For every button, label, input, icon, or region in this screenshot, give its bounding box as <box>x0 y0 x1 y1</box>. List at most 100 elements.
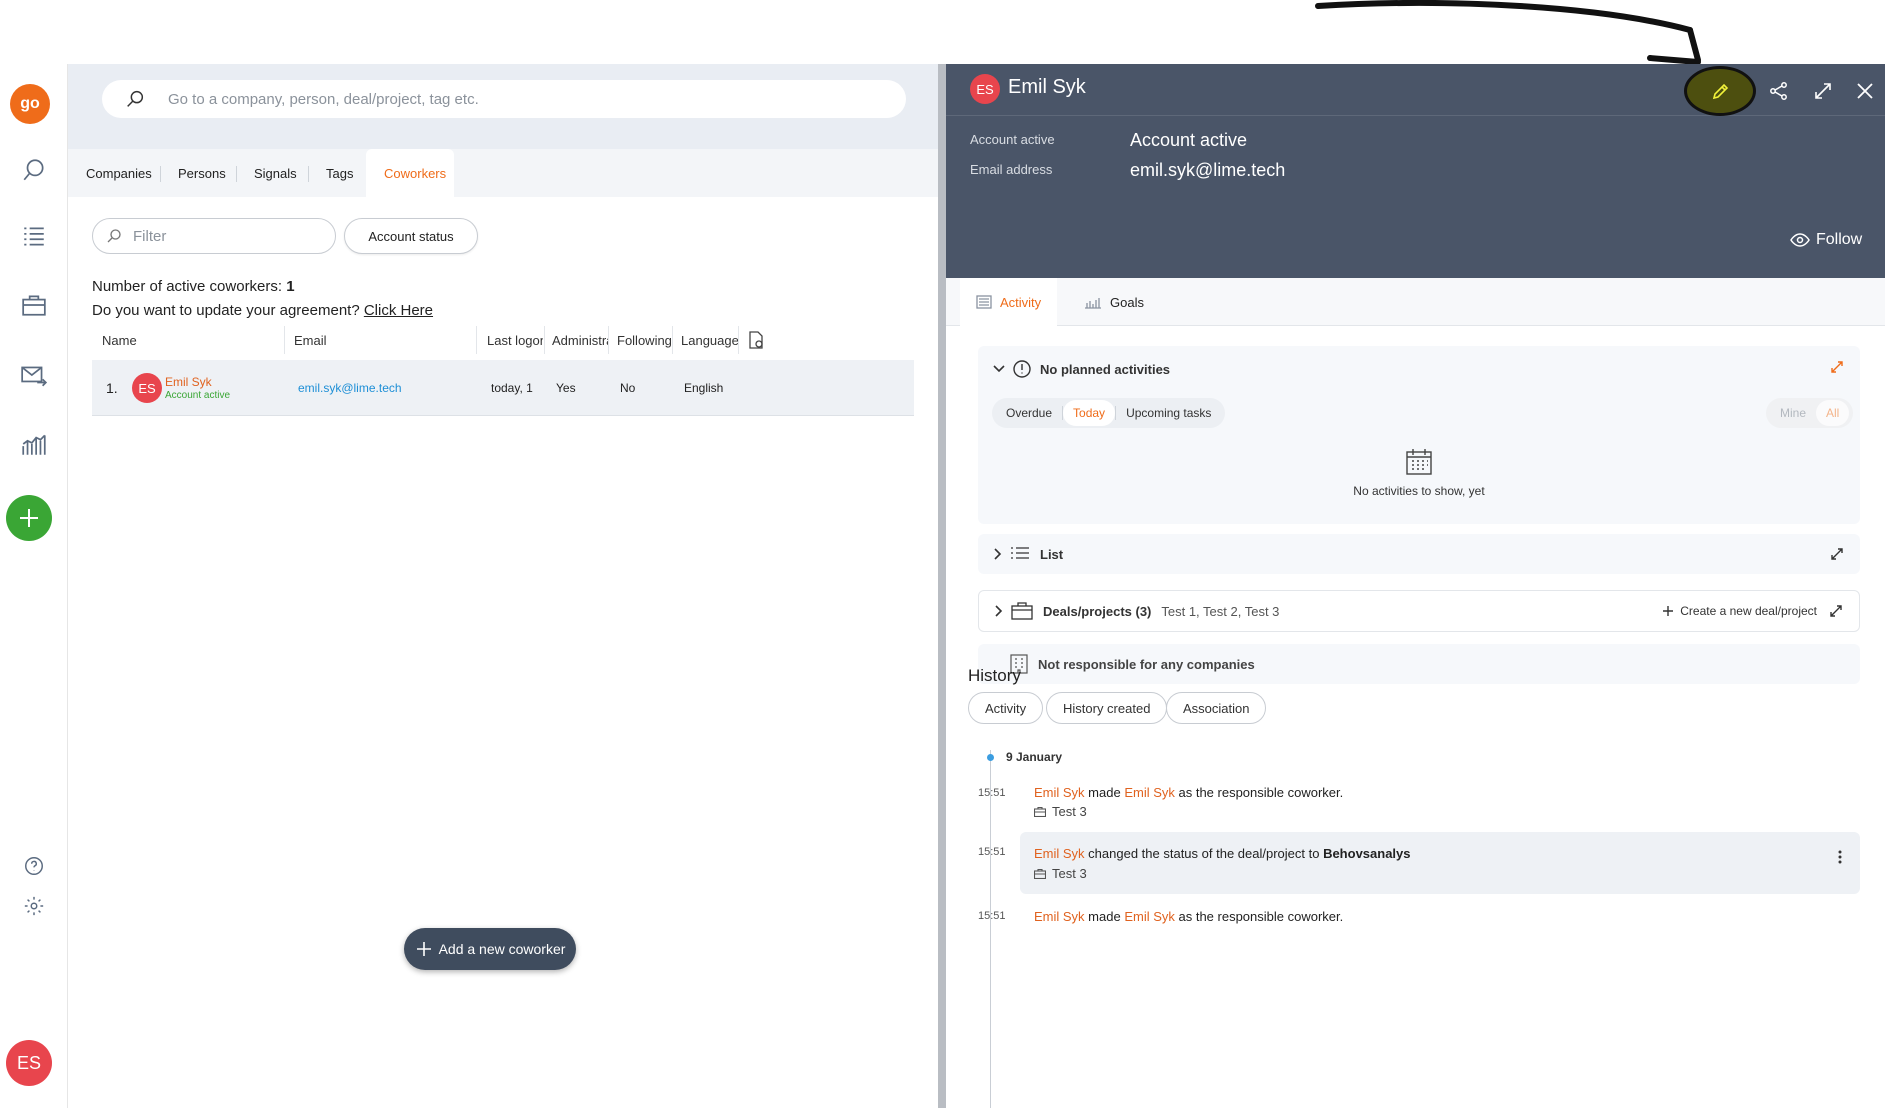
filter-placeholder: Filter <box>133 227 167 245</box>
column-header-administrator[interactable]: Administra <box>552 322 608 358</box>
close-icon[interactable] <box>1850 76 1880 106</box>
list-card[interactable]: List <box>978 534 1860 574</box>
detail-tabs: Activity Goals <box>946 278 1885 326</box>
email-nav-icon[interactable] <box>8 349 60 401</box>
entry-rest: as the responsible coworker. <box>1174 785 1344 800</box>
open-external-icon[interactable] <box>1829 604 1843 618</box>
tab-coworkers[interactable]: Coworkers <box>366 149 454 197</box>
row-email[interactable]: emil.syk@lime.tech <box>298 360 402 416</box>
tab-companies[interactable]: Companies <box>68 149 170 197</box>
entry-sub-label[interactable]: Test 3 <box>1052 866 1087 881</box>
entry-target[interactable]: Emil Syk <box>1124 909 1175 924</box>
companies-header: Not responsible for any companies <box>1010 644 1255 684</box>
history-filter-association[interactable]: Association <box>1166 692 1267 724</box>
search-band: Go to a company, person, deal/project, t… <box>68 64 938 149</box>
field-value: Account active <box>1130 130 1248 150</box>
column-header-language[interactable]: Language <box>681 322 741 358</box>
history-filter-activity[interactable]: Activity <box>968 692 1044 724</box>
row-language: English <box>684 381 724 395</box>
history-title: History <box>968 666 1021 685</box>
add-new-icon[interactable] <box>6 495 52 541</box>
entry-rest: as the responsible coworker. <box>1174 909 1344 924</box>
more-options-icon[interactable] <box>1838 850 1842 864</box>
entry-actor[interactable]: Emil Syk <box>1034 785 1085 800</box>
add-coworker-button[interactable]: Add a new coworker <box>404 928 576 970</box>
planned-header[interactable]: No planned activities <box>992 346 1170 392</box>
tab-tags[interactable]: Tags <box>308 149 371 197</box>
chart-icon <box>1085 298 1101 309</box>
list-title: List <box>1040 546 1064 562</box>
column-divider <box>608 326 609 354</box>
column-header-name[interactable]: Name <box>102 322 252 358</box>
add-coworker-label: Add a new coworker <box>438 941 566 957</box>
row-avatar: ES <box>132 360 162 416</box>
column-header-email[interactable]: Email <box>294 322 474 358</box>
share-icon[interactable] <box>1764 76 1794 106</box>
column-header-following[interactable]: Following <box>617 322 673 358</box>
deals-title: Deals/projects (3) <box>1043 603 1152 619</box>
export-excel-icon[interactable] <box>748 322 768 358</box>
global-search-input[interactable]: Go to a company, person, deal/project, t… <box>102 80 906 118</box>
left-navigation: go ES <box>0 64 68 1108</box>
expand-icon[interactable] <box>1808 76 1838 106</box>
settings-gear-icon[interactable] <box>8 880 60 932</box>
agreement-link[interactable]: Click Here <box>364 302 433 319</box>
entry-actor[interactable]: Emil Syk <box>1034 846 1085 861</box>
edit-pencil-icon[interactable] <box>1686 76 1756 106</box>
entry-verb: made <box>1084 909 1125 924</box>
timeline-line <box>990 750 991 1108</box>
row-last-logon: today, 1 <box>491 381 533 395</box>
panel-resize-handle[interactable] <box>938 64 946 1108</box>
user-avatar[interactable]: ES <box>6 1040 52 1086</box>
row-index: 1. <box>106 380 118 396</box>
history-entry-card <box>1020 832 1860 894</box>
detail-name: Emil Syk <box>1008 76 1086 98</box>
entry-actor[interactable]: Emil Syk <box>1034 909 1085 924</box>
create-deal-button[interactable]: Create a new deal/project <box>1662 591 1817 631</box>
tab-label: Activity <box>1000 294 1042 310</box>
tab-activity[interactable]: Activity <box>960 278 1058 326</box>
field-label: Account active <box>970 132 1055 147</box>
follow-button[interactable]: Follow <box>1790 231 1862 249</box>
tab-signals[interactable]: Signals <box>236 149 315 197</box>
insights-nav-icon[interactable] <box>8 418 60 470</box>
history-filter-created[interactable]: History created <box>1046 692 1168 724</box>
row-admin: Yes <box>556 381 576 395</box>
entry-sub-label[interactable]: Test 3 <box>1052 804 1087 819</box>
column-header-last-logon[interactable]: Last logon <box>487 322 543 358</box>
row-name[interactable]: Emil Syk <box>165 375 212 389</box>
count-label: Number of active coworkers: <box>92 278 287 295</box>
deals-items: Test 1, Test 2, Test 3 <box>1161 603 1280 619</box>
filter-mine[interactable]: Mine <box>1770 400 1816 426</box>
entry-sub: Test 3 <box>1034 866 1087 881</box>
coworkers-panel: Go to a company, person, deal/project, t… <box>68 64 938 1108</box>
tab-goals[interactable]: Goals <box>1068 278 1160 326</box>
field-value[interactable]: emil.syk@lime.tech <box>1130 160 1285 181</box>
filter-overdue[interactable]: Overdue <box>996 400 1062 426</box>
timeline-dot <box>987 754 994 761</box>
eye-icon <box>1790 233 1810 247</box>
agreement-text: Do you want to update your agreement? Cl… <box>92 302 433 319</box>
list-nav-icon[interactable] <box>8 210 60 262</box>
companies-card: Not responsible for any companies <box>978 644 1860 684</box>
search-nav-icon[interactable] <box>8 144 60 196</box>
list-header: List <box>992 534 1063 574</box>
open-external-icon[interactable] <box>1830 360 1844 374</box>
field-label: Email address <box>970 162 1053 177</box>
tab-persons[interactable]: Persons <box>160 149 244 197</box>
filter-all[interactable]: All <box>1816 400 1850 426</box>
briefcase-icon <box>1034 806 1046 817</box>
deals-card[interactable]: Deals/projects (3) Test 1, Test 2, Test … <box>978 590 1860 632</box>
filter-input[interactable]: Filter <box>92 218 336 254</box>
filter-upcoming[interactable]: Upcoming tasks <box>1116 400 1221 426</box>
go-logo[interactable]: go <box>10 84 50 124</box>
table-row[interactable]: 1. ES Emil Syk Account active emil.syk@l… <box>92 360 914 416</box>
avatar: ES <box>132 373 162 403</box>
entry-target[interactable]: Emil Syk <box>1124 785 1175 800</box>
alert-circle-icon <box>1013 360 1031 378</box>
open-external-icon[interactable] <box>1830 547 1844 561</box>
account-status-button[interactable]: Account status <box>344 218 478 254</box>
deals-nav-icon[interactable] <box>8 279 60 331</box>
filter-today[interactable]: Today <box>1063 400 1116 426</box>
create-deal-label: Create a new deal/project <box>1680 604 1817 618</box>
